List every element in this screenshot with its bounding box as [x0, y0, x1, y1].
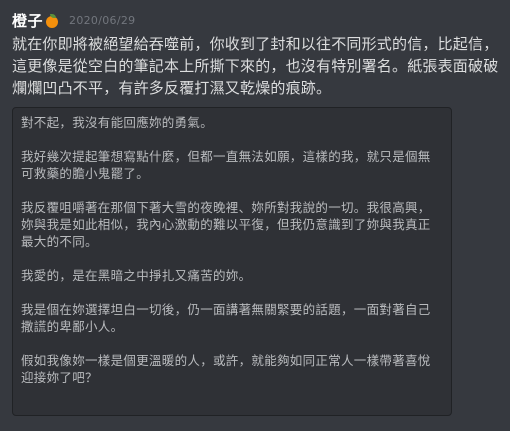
code-block-paragraph: 我好幾次提起筆想寫點什麼，但都一直無法如願，這樣的我，就只是個無可救藥的膽小鬼罷…: [21, 149, 431, 181]
code-block-paragraph: 我反覆咀嚼著在那個下著大雪的夜晚裡、妳所對我說的一切。我很高興，妳與我是如此相似…: [21, 200, 431, 249]
code-block: 對不起，我沒有能回應妳的勇氣。 我好幾次提起筆想寫點什麼，但都一直無法如願，這樣…: [12, 107, 452, 416]
message-header: 橙子 2020/06/29: [12, 10, 498, 30]
chat-message: 橙子 2020/06/29 就在你即將被絕望給吞噬前，你收到了封和以往不同形式的…: [0, 0, 510, 431]
orange-emoji-icon: [45, 13, 59, 28]
code-block-paragraph: 我愛的，是在黑暗之中掙扎又痛苦的妳。: [21, 268, 252, 283]
message-text: 就在你即將被絕望給吞噬前，你收到了封和以往不同形式的信，比起信，這更像是從空白的…: [12, 35, 499, 97]
code-block-paragraph: 對不起，我沒有能回應妳的勇氣。: [21, 115, 214, 130]
code-block-paragraph: 我是個在妳選擇坦白一切後，仍一面講著無關緊要的話題，一面對著自己撒謊的卑鄙小人。: [21, 302, 431, 334]
message-timestamp: 2020/06/29: [69, 13, 136, 27]
username[interactable]: 橙子: [12, 10, 43, 31]
code-block-paragraph: 假如我像妳一樣是個更溫暖的人，或許，就能夠如同正常人一樣帶著喜悅迎接妳了吧？: [21, 353, 431, 385]
